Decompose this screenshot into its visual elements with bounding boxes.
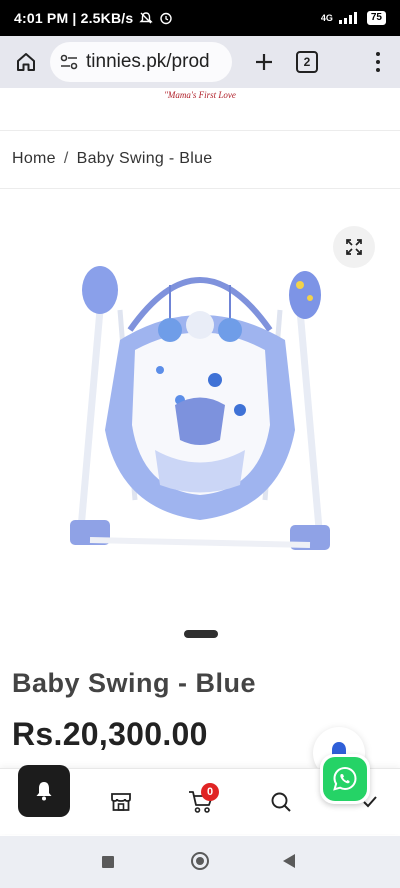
status-right: 4G 75 xyxy=(321,11,386,25)
tabs-button[interactable]: 2 xyxy=(296,51,318,73)
address-bar[interactable]: tinnies.pk/prod xyxy=(50,42,232,82)
site-tagline: "Mama's First Love xyxy=(164,90,236,100)
site-settings-icon[interactable] xyxy=(60,54,78,70)
system-navigation-bar xyxy=(0,836,400,888)
breadcrumb: Home / Baby Swing - Blue xyxy=(12,150,212,168)
network-type: 4G xyxy=(320,13,333,23)
divider xyxy=(0,130,400,131)
overflow-menu-icon[interactable] xyxy=(366,46,390,78)
recent-apps-button[interactable] xyxy=(102,856,114,868)
product-gallery xyxy=(0,190,400,630)
whatsapp-icon xyxy=(323,757,367,801)
divider xyxy=(0,188,400,189)
battery-icon: 75 xyxy=(366,11,386,25)
home-button[interactable] xyxy=(10,46,42,78)
expand-icon xyxy=(346,239,362,255)
nav-search[interactable] xyxy=(266,769,296,835)
product-title: Baby Swing - Blue xyxy=(12,668,257,698)
nav-store[interactable] xyxy=(104,769,138,835)
nav-cart[interactable] xyxy=(184,769,218,835)
signal-icon xyxy=(338,12,361,24)
mute-icon xyxy=(139,11,154,25)
breadcrumb-separator: / xyxy=(63,150,69,167)
alarm-icon xyxy=(159,11,173,25)
notification-bell-icon xyxy=(36,782,52,801)
cart-count-badge: 0 xyxy=(201,783,219,801)
tab-count: 2 xyxy=(303,55,311,69)
home-system-button[interactable] xyxy=(191,852,209,870)
product-image[interactable] xyxy=(60,250,340,570)
gallery-slide-indicator[interactable] xyxy=(184,630,218,638)
breadcrumb-home-link[interactable]: Home xyxy=(12,150,56,168)
status-left: 4:01 PM | 2.5KB/s xyxy=(14,10,173,26)
url-text: tinnies.pk/prod xyxy=(86,51,210,72)
product-price: Rs.20,300.00 xyxy=(12,716,208,752)
back-button[interactable] xyxy=(283,854,295,868)
home-icon xyxy=(17,53,35,71)
whatsapp-chat-button[interactable] xyxy=(320,754,370,804)
store-icon xyxy=(111,793,131,811)
status-bar: 4:01 PM | 2.5KB/s 4G 75 xyxy=(0,0,400,36)
breadcrumb-current: Baby Swing - Blue xyxy=(76,150,213,167)
new-tab-button[interactable] xyxy=(246,44,282,80)
search-icon xyxy=(271,792,291,812)
status-time: 4:01 PM | 2.5KB/s xyxy=(14,10,134,26)
plus-icon xyxy=(256,54,272,70)
browser-toolbar: tinnies.pk/prod 2 xyxy=(0,36,400,88)
notification-bell-button[interactable] xyxy=(18,765,70,817)
